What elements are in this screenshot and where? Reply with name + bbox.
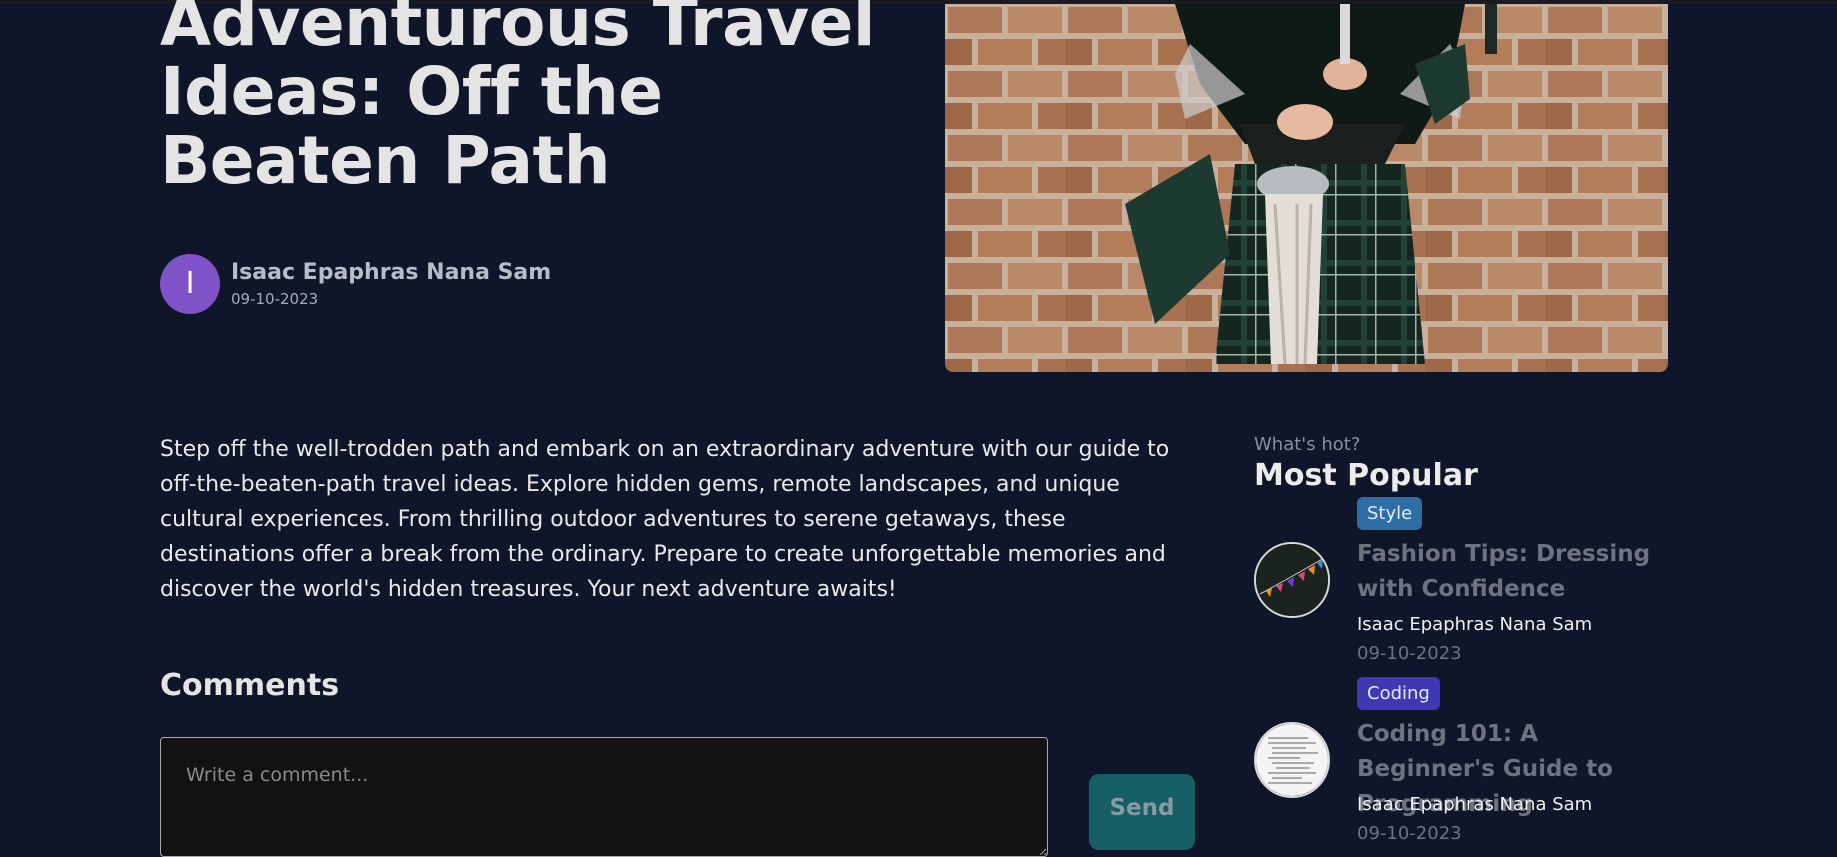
bagpiper-photo [945,4,1668,372]
popular-post-date: 09-10-2023 [1357,823,1462,844]
code-printout-thumbnail [1256,724,1328,796]
sidebar-title: Most Popular [1254,458,1478,493]
category-tag[interactable]: Style [1357,497,1423,530]
post-thumbnail[interactable] [1254,542,1330,618]
popular-post-item[interactable]: Style Fashion Tips: Dressing with Confid… [1254,497,1674,672]
send-button[interactable]: Send [1089,774,1195,850]
popular-post-author: Isaac Epaphras Nana Sam [1357,794,1593,815]
post-body: Step off the well-trodden path and embar… [160,437,1170,602]
popular-post-date: 09-10-2023 [1357,643,1462,664]
category-tag[interactable]: Coding [1357,677,1440,710]
comments-heading: Comments [160,668,340,703]
hero-image [945,4,1668,372]
avatar[interactable]: I [160,254,220,314]
popular-post-author: Isaac Epaphras Nana Sam [1357,614,1593,635]
comment-input[interactable] [160,737,1048,857]
bunting-thumbnail [1256,544,1328,616]
post-title: Adventurous Travel Ideas: Off the Beaten… [160,0,876,199]
post-date: 09-10-2023 [231,290,319,308]
post-thumbnail[interactable] [1254,722,1330,798]
sidebar-subtitle: What's hot? [1254,434,1361,455]
popular-post-item[interactable]: Coding Coding 101: A Beginner's Guide to… [1254,677,1674,852]
author-name[interactable]: Isaac Epaphras Nana Sam [231,260,551,285]
popular-post-title[interactable]: Fashion Tips: Dressing with Confidence [1357,537,1677,607]
